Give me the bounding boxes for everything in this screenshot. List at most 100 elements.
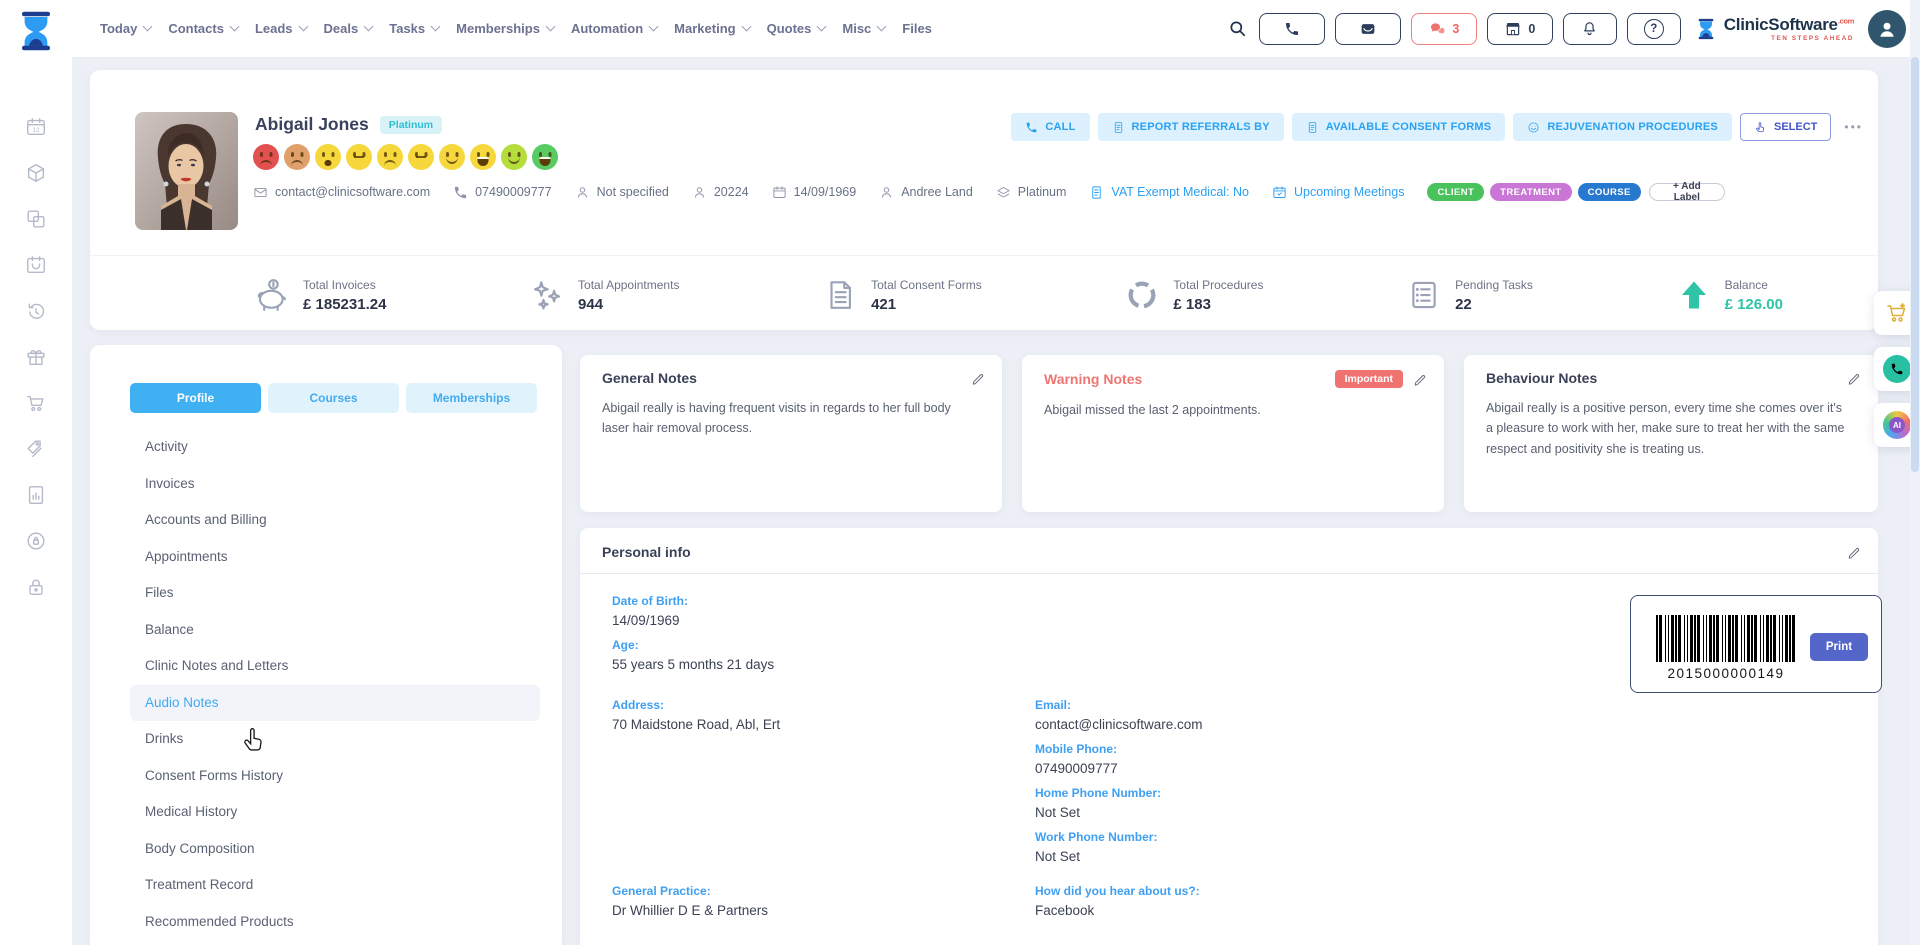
profile-menu-item[interactable]: Accounts and Billing bbox=[130, 502, 540, 539]
profile-menu-item[interactable]: Balance bbox=[130, 612, 540, 649]
profile-menu-item[interactable]: Body Composition bbox=[130, 831, 540, 868]
history-icon[interactable] bbox=[25, 300, 47, 322]
client-header-card: Abigail Jones Platinum CALL REPORT REFER… bbox=[90, 70, 1878, 330]
nav-item[interactable]: Today bbox=[100, 21, 151, 36]
user-avatar[interactable] bbox=[1868, 10, 1906, 48]
lock-icon[interactable] bbox=[25, 576, 47, 598]
gift-icon[interactable] bbox=[25, 346, 47, 368]
document-icon bbox=[1112, 121, 1125, 134]
nav-item[interactable]: Memberships bbox=[456, 21, 554, 36]
field-label: Work Phone Number: bbox=[1035, 830, 1203, 844]
profile-menu-item[interactable]: Activity bbox=[130, 429, 540, 466]
price-tag-icon[interactable] bbox=[25, 438, 47, 460]
edit-pencil-icon[interactable] bbox=[971, 371, 986, 386]
nav-item[interactable]: Quotes bbox=[767, 21, 826, 36]
print-button[interactable]: Print bbox=[1810, 633, 1868, 661]
note-title: Behaviour Notes bbox=[1486, 370, 1597, 386]
cart-icon[interactable] bbox=[25, 392, 47, 414]
vat-exempt-link[interactable]: VAT Exempt Medical: No bbox=[1089, 185, 1249, 200]
report-referrals-button[interactable]: REPORT REFERRALS BY bbox=[1098, 113, 1284, 141]
mood-emoji-icon[interactable] bbox=[253, 144, 279, 170]
inbox-tray-icon bbox=[1359, 20, 1377, 38]
rejuvenation-button[interactable]: REJUVENATION PROCEDURES bbox=[1513, 113, 1732, 141]
brand-logo[interactable]: ClinicSoftware.com TEN STEPS AHEAD bbox=[1695, 16, 1854, 42]
edit-pencil-icon[interactable] bbox=[1847, 371, 1862, 386]
topbar-actions: 3 0 ? ClinicSoftware.com TEN STEPS AHEAD bbox=[1228, 10, 1906, 48]
topbar: Today Contacts Leads Deals Tasks bbox=[72, 0, 1920, 58]
profile-menu-item[interactable]: Files bbox=[130, 575, 540, 612]
help-button[interactable]: ? bbox=[1627, 13, 1681, 45]
contact-label-pill: CLIENT bbox=[1427, 183, 1484, 201]
nav-item[interactable]: Marketing bbox=[674, 21, 749, 36]
stat-label: Balance bbox=[1725, 278, 1783, 292]
call-button[interactable]: CALL bbox=[1011, 113, 1089, 141]
mood-emoji-icon[interactable] bbox=[284, 144, 310, 170]
profile-menu-item[interactable]: Audio Notes bbox=[130, 685, 540, 722]
edit-pencil-icon[interactable] bbox=[1847, 545, 1862, 560]
upcoming-meetings-link[interactable]: Upcoming Meetings bbox=[1272, 185, 1404, 200]
calendar-arc-icon[interactable] bbox=[25, 254, 47, 276]
client-photo[interactable] bbox=[135, 112, 238, 230]
more-actions-button[interactable]: ••• bbox=[1844, 120, 1863, 134]
profile-menu-item[interactable]: Drinks bbox=[130, 721, 540, 758]
field-value: contact@clinicsoftware.com bbox=[1035, 717, 1203, 732]
gender-value: Not specified bbox=[597, 185, 669, 199]
notifications-button[interactable] bbox=[1563, 13, 1617, 45]
profile-menu-item[interactable]: Recommended Products bbox=[130, 904, 540, 941]
nav-item[interactable]: Leads bbox=[255, 21, 307, 36]
mood-emoji-icon[interactable] bbox=[346, 144, 372, 170]
mood-emoji-icon[interactable] bbox=[408, 144, 434, 170]
mood-emoji-icon[interactable] bbox=[377, 144, 403, 170]
nav-item[interactable]: Tasks bbox=[389, 21, 439, 36]
consent-forms-button[interactable]: AVAILABLE CONSENT FORMS bbox=[1292, 113, 1506, 141]
dialer-button[interactable] bbox=[1259, 13, 1325, 45]
edit-pencil-icon[interactable] bbox=[1413, 372, 1428, 387]
stat-value: £ 185231.24 bbox=[303, 296, 386, 313]
contact-summary-row: contact@clinicsoftware.com 07490009777 N… bbox=[253, 183, 1725, 201]
mood-emoji-icon[interactable] bbox=[532, 144, 558, 170]
profile-menu-item[interactable]: Treatment Record bbox=[130, 867, 540, 904]
time-lock-icon[interactable] bbox=[25, 530, 47, 552]
barcode-image bbox=[1656, 615, 1796, 662]
section-divider bbox=[580, 573, 1878, 574]
scrollbar-thumb[interactable] bbox=[1911, 57, 1919, 472]
mood-emoji-icon[interactable] bbox=[501, 144, 527, 170]
profile-menu-item[interactable]: Invoices bbox=[130, 466, 540, 503]
cart-icon bbox=[1885, 301, 1909, 325]
store-button[interactable]: 0 bbox=[1487, 13, 1553, 45]
stat-balance: Balance£ 126.00 bbox=[1677, 278, 1783, 313]
nav-item[interactable]: Contacts bbox=[168, 21, 238, 36]
panel-tab[interactable]: Profile bbox=[130, 383, 261, 413]
profile-menu-item[interactable]: Clinic Notes and Letters bbox=[130, 648, 540, 685]
document-icon bbox=[823, 278, 857, 312]
stat-value: 421 bbox=[871, 296, 982, 313]
page-scrollbar[interactable] bbox=[1910, 0, 1920, 945]
mood-emoji-icon[interactable] bbox=[439, 144, 465, 170]
report-icon[interactable] bbox=[25, 484, 47, 506]
nav-item[interactable]: Deals bbox=[324, 21, 373, 36]
copy-icon[interactable] bbox=[25, 208, 47, 230]
nav-item[interactable]: Automation bbox=[571, 21, 657, 36]
stat-total-appointments: Total Appointments944 bbox=[530, 278, 679, 313]
mood-emoji-icon[interactable] bbox=[315, 144, 341, 170]
select-button[interactable]: SELECT bbox=[1740, 113, 1831, 141]
profile-menu-item[interactable]: Appointments bbox=[130, 539, 540, 576]
search-icon[interactable] bbox=[1228, 19, 1247, 38]
calendar-icon[interactable]: 12 bbox=[25, 116, 47, 138]
nav-item[interactable]: Misc bbox=[842, 21, 885, 36]
inbox-button[interactable] bbox=[1335, 13, 1401, 45]
layers-icon bbox=[996, 185, 1011, 200]
mood-scale bbox=[253, 144, 558, 170]
profile-menu-item[interactable]: Consent Forms History bbox=[130, 758, 540, 795]
profile-menu-item[interactable]: Medical History bbox=[130, 794, 540, 831]
clinicsoftware-logo-icon[interactable] bbox=[15, 8, 57, 54]
panel-tab[interactable]: Memberships bbox=[406, 383, 537, 413]
field-label: Mobile Phone: bbox=[1035, 742, 1203, 756]
chat-button[interactable]: 3 bbox=[1411, 13, 1477, 45]
emoji-mouth bbox=[291, 160, 303, 166]
nav-item[interactable]: Files bbox=[902, 21, 932, 36]
panel-tab[interactable]: Courses bbox=[268, 383, 399, 413]
add-label-button[interactable]: + Add Label bbox=[1649, 183, 1725, 201]
mood-emoji-icon[interactable] bbox=[470, 144, 496, 170]
package-icon[interactable] bbox=[25, 162, 47, 184]
